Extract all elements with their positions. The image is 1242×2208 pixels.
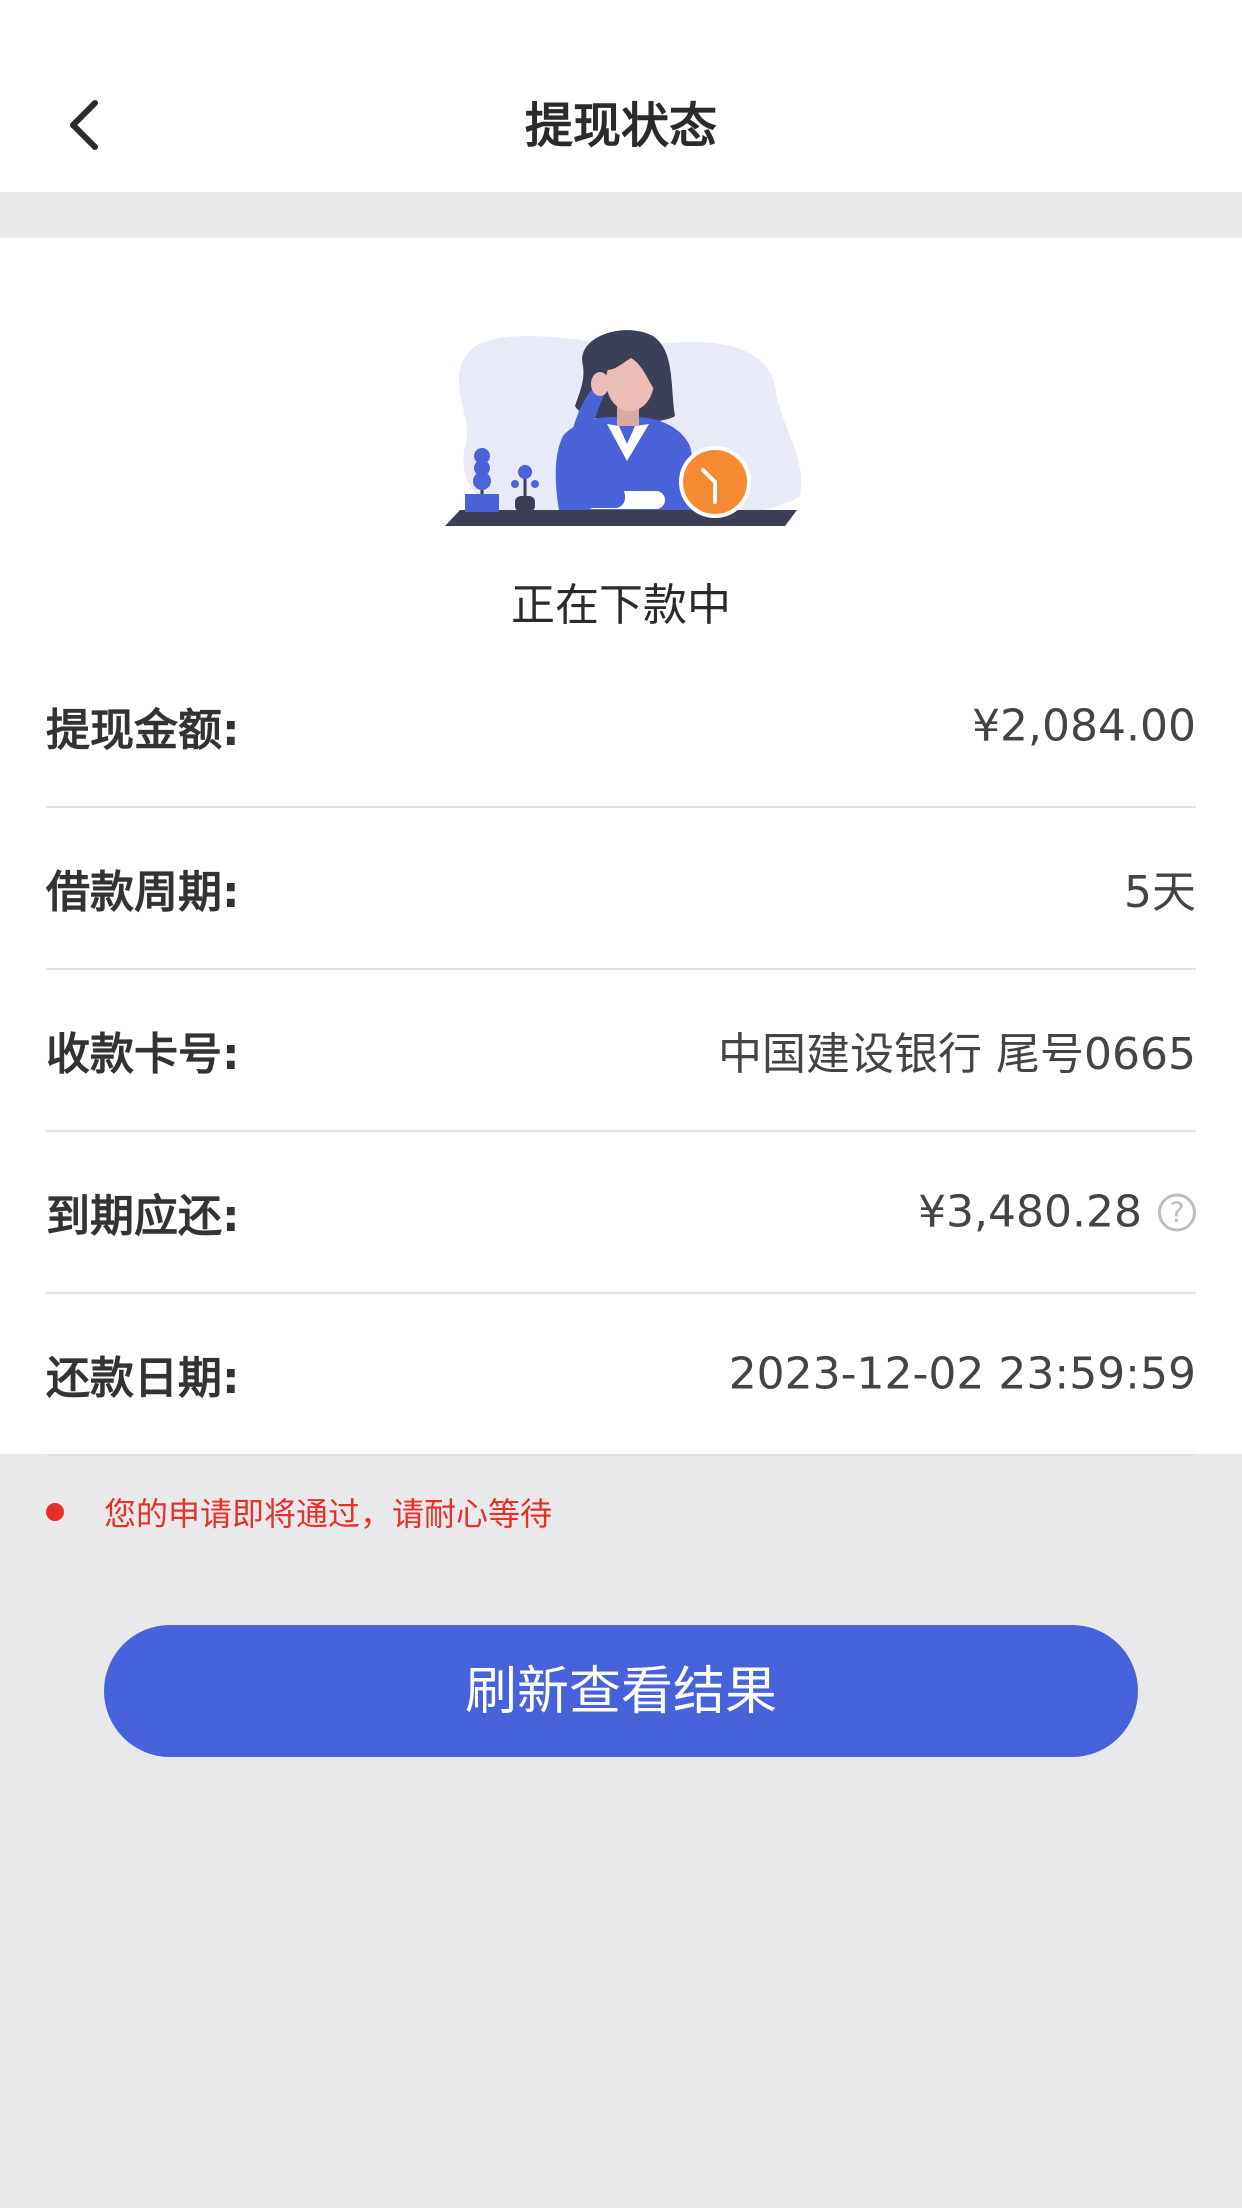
notice-text: 您的申请即将通过，请耐心等待 [104, 1495, 553, 1533]
waiting-woman-illustration [445, 330, 802, 526]
status-card: 正在下款中 提现金额: ¥2,084.00 借款周期: 5天 收款卡号: 中国建… [0, 238, 1242, 1456]
detail-value: 5天 [1124, 867, 1196, 918]
detail-row-due-amount: 到期应还: ¥3,480.28 ? [46, 1132, 1196, 1294]
top-bar: 提现状态 [0, 0, 1242, 192]
detail-value: 2023-12-02 23:59:59 [728, 1348, 1196, 1400]
detail-row-card: 收款卡号: 中国建设银行 尾号0665 [46, 970, 1196, 1132]
detail-row-due-date: 还款日期: 2023-12-02 23:59:59 [46, 1294, 1196, 1456]
notice: 您的申请即将通过，请耐心等待 [46, 1484, 552, 1540]
detail-label: 还款日期: [46, 1353, 240, 1404]
detail-label: 借款周期: [46, 867, 240, 918]
red-dot-icon [46, 1503, 64, 1521]
detail-label: 提现金额: [46, 705, 240, 756]
detail-row-amount: 提现金额: ¥2,084.00 [46, 646, 1196, 808]
detail-value: 中国建设银行 尾号0665 [718, 1029, 1196, 1080]
detail-label: 到期应还: [46, 1191, 240, 1242]
detail-label: 收款卡号: [46, 1029, 240, 1080]
status-text: 正在下款中 [511, 580, 731, 631]
help-icon[interactable]: ? [1158, 1193, 1196, 1231]
detail-row-period: 借款周期: 5天 [46, 808, 1196, 970]
refresh-button[interactable]: 刷新查看结果 [104, 1625, 1138, 1757]
detail-value: ¥2,084.00 [972, 700, 1196, 752]
detail-value: ¥3,480.28 ? [918, 1187, 1196, 1238]
page-title: 提现状态 [524, 98, 717, 154]
